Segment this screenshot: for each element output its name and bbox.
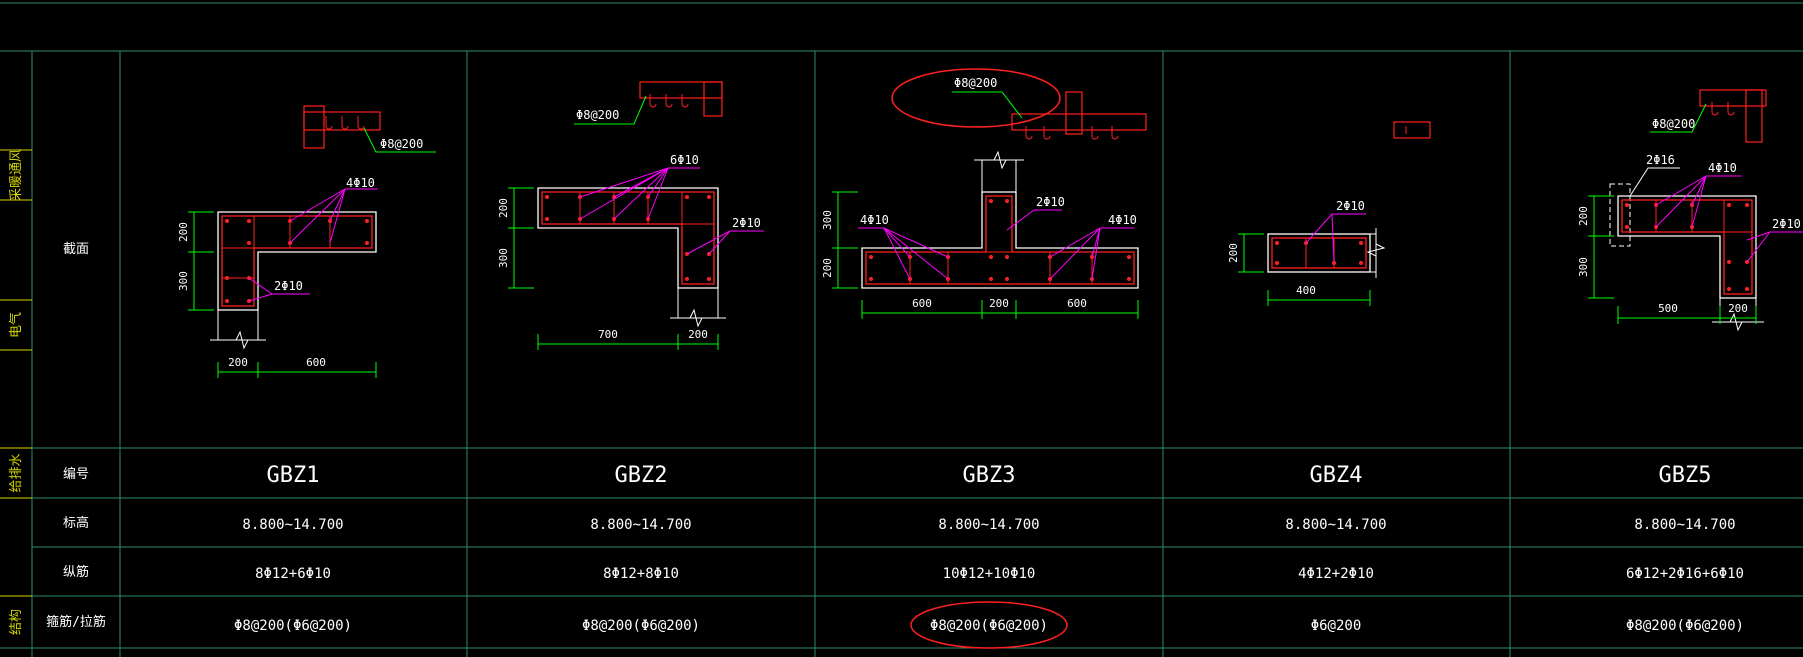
gbz1-label-hook: Φ8@200: [380, 137, 423, 151]
cell-elevation-gbz5: 8.800~14.700: [1634, 517, 1735, 533]
gbz3-label-hook: Φ8@200: [954, 76, 997, 90]
cell-elevation-gbz4: 8.800~14.700: [1285, 517, 1386, 533]
gbz3-label-bars-a: 2Φ10: [1036, 195, 1065, 209]
row-label-elevation: 标高: [63, 515, 89, 531]
gbz1-dim-1: 200: [177, 222, 190, 242]
cell-elevation-gbz2: 8.800~14.700: [590, 517, 691, 533]
row-label-longitudinal: 纵筋: [63, 564, 89, 580]
gbz2-dim-3: 700: [598, 328, 618, 341]
gbz3-dim-2: 200: [821, 258, 834, 278]
gbz3-dim-4: 200: [989, 297, 1009, 310]
gbz5-dim-4: 200: [1728, 302, 1748, 315]
gbz1-label-bars-a: 4Φ10: [346, 176, 375, 190]
cell-longitudinal-gbz3: 10Φ12+10Φ10: [943, 566, 1036, 582]
cell-longitudinal-gbz4: 4Φ12+2Φ10: [1298, 566, 1374, 582]
cell-elevation-gbz3: 8.800~14.700: [938, 517, 1039, 533]
gbz5-dim-2: 300: [1577, 257, 1590, 277]
drawing-canvas: 采暖通风 电气 给排水 结构 截面 编号 标高 纵筋 箍筋/拉筋 GBZ1 GB…: [0, 0, 1803, 657]
side-label-structure: 结构: [9, 609, 24, 635]
cell-id-gbz2: GBZ2: [615, 463, 668, 488]
cell-stirrup-gbz1: Φ8@200(Φ6@200): [234, 618, 352, 634]
gbz2-label-bars-b: 2Φ10: [732, 216, 761, 230]
row-label-id: 编号: [63, 467, 89, 482]
gbz2-dim-4: 200: [688, 328, 708, 341]
cell-stirrup-gbz2: Φ8@200(Φ6@200): [582, 618, 700, 634]
cell-id-gbz4: GBZ4: [1310, 463, 1363, 488]
cell-id-gbz5: GBZ5: [1659, 463, 1712, 488]
gbz2-label-hook: Φ8@200: [576, 108, 619, 122]
gbz5-label-bars-a: 2Φ16: [1646, 153, 1675, 167]
gbz3-label-bars-b: 4Φ10: [860, 213, 889, 227]
cell-longitudinal-gbz5: 6Φ12+2Φ16+6Φ10: [1626, 566, 1744, 582]
gbz1-dim-3: 200: [228, 356, 248, 369]
gbz3-dim-5: 600: [1067, 297, 1087, 310]
gbz1-dim-4: 600: [306, 356, 326, 369]
gbz3-dim-3: 600: [912, 297, 932, 310]
cell-longitudinal-gbz2: 8Φ12+8Φ10: [603, 566, 679, 582]
gbz3-label-bars-c: 4Φ10: [1108, 213, 1137, 227]
gbz1-label-bars-b: 2Φ10: [274, 279, 303, 293]
cell-id-gbz1: GBZ1: [267, 463, 320, 488]
cell-stirrup-gbz4: Φ6@200: [1311, 618, 1362, 634]
gbz5-dim-3: 500: [1658, 302, 1678, 315]
cell-longitudinal-gbz1: 8Φ12+6Φ10: [255, 566, 331, 582]
gbz5-dim-1: 200: [1577, 206, 1590, 226]
row-label-section: 截面: [63, 242, 89, 257]
gbz3-dim-1: 300: [821, 210, 834, 230]
cell-stirrup-gbz5: Φ8@200(Φ6@200): [1626, 618, 1744, 634]
gbz2-dim-1: 200: [497, 198, 510, 218]
side-label-hvac: 采暖通风: [9, 149, 24, 201]
gbz5-label-bars-b: 4Φ10: [1708, 161, 1737, 175]
gbz2-label-bars-a: 6Φ10: [670, 153, 699, 167]
gbz4-label-bars-a: 2Φ10: [1336, 199, 1365, 213]
cell-elevation-gbz1: 8.800~14.700: [242, 517, 343, 533]
gbz2-dim-2: 300: [497, 248, 510, 268]
cell-id-gbz3: GBZ3: [963, 463, 1016, 488]
gbz5-label-bars-c: 2Φ10: [1772, 217, 1801, 231]
gbz4-dim-1: 200: [1227, 243, 1240, 263]
row-label-stirrup: 箍筋/拉筋: [46, 614, 106, 630]
cell-stirrup-gbz3: Φ8@200(Φ6@200): [930, 618, 1048, 634]
gbz4-dim-2: 400: [1296, 284, 1316, 297]
side-label-plumbing: 给排水: [9, 453, 24, 492]
gbz1-dim-2: 300: [177, 271, 190, 291]
gbz5-label-hook: Φ8@200: [1652, 117, 1695, 131]
side-label-electrical: 电气: [8, 312, 24, 338]
